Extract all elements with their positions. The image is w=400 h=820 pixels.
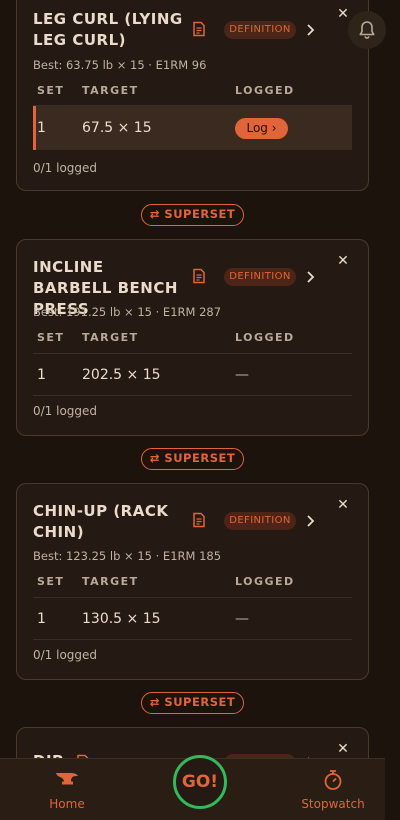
remove-exercise-button[interactable]: ✕ [336,498,350,512]
logged-count: 0/1 logged [33,161,98,175]
col-target: TARGET [82,575,139,588]
set-number: 1 [37,611,46,627]
set-logged: — [235,367,249,383]
anvil-icon [56,773,78,785]
table-row[interactable]: 1 202.5 × 15 — [33,353,352,397]
col-target: TARGET [82,331,139,344]
stopwatch-icon [324,770,342,790]
exercise-card: CHIN-UP (RACK CHIN) DEFINITION ✕ Best: 1… [16,483,369,680]
set-target: 130.5 × 15 [82,611,161,627]
divider [33,395,352,396]
note-icon[interactable] [191,512,207,528]
set-target: 67.5 × 15 [82,120,152,136]
col-set: SET [37,84,65,97]
col-set: SET [37,331,65,344]
col-set: SET [37,575,65,588]
bell-icon [359,21,375,39]
definition-badge[interactable]: DEFINITION [224,512,296,530]
remove-exercise-button[interactable]: ✕ [336,742,350,756]
exercise-card: LEG CURL (LYING LEG CURL) DEFINITION ✕ B… [16,0,369,191]
exercise-name: LEG CURL (LYING LEG CURL) [33,10,183,49]
logged-count: 0/1 logged [33,404,98,418]
chevron-right-icon[interactable] [305,23,317,37]
divider [33,639,352,640]
superset-button[interactable]: ⇄ SUPERSET [141,204,244,226]
note-icon[interactable] [191,268,207,284]
superset-button[interactable]: ⇄ SUPERSET [141,448,244,470]
exercise-card: INCLINE BARBELL BENCH PRESS DEFINITION ✕… [16,239,369,436]
chevron-right-icon[interactable] [305,270,317,284]
exercise-list[interactable]: LEG CURL (LYING LEG CURL) DEFINITION ✕ B… [0,0,400,820]
remove-exercise-button[interactable]: ✕ [336,254,350,268]
table-row[interactable]: 1 67.5 × 15 Log › [33,106,352,150]
nav-home[interactable]: Home [22,759,112,820]
best-record: Best: 123.25 lb × 15 · E1RM 185 [33,549,222,563]
superset-button[interactable]: ⇄ SUPERSET [141,692,244,714]
col-logged: LOGGED [235,331,295,344]
log-set-button[interactable]: Log › [235,118,288,139]
best-record: Best: 63.75 lb × 15 · E1RM 96 [33,58,207,72]
table-row[interactable]: 1 130.5 × 15 — [33,597,352,641]
nav-home-label: Home [49,797,85,811]
logged-count: 0/1 logged [33,648,98,662]
notifications-button[interactable] [348,11,386,49]
set-number: 1 [37,367,46,383]
note-icon[interactable] [191,21,207,37]
best-record: Best: 191.25 lb × 15 · E1RM 287 [33,305,222,319]
set-target: 202.5 × 15 [82,367,161,383]
remove-exercise-button[interactable]: ✕ [336,7,350,21]
set-number: 1 [37,120,46,136]
chevron-right-icon[interactable] [305,514,317,528]
col-target: TARGET [82,84,139,97]
nav-stopwatch-label: Stopwatch [301,797,365,811]
go-button[interactable]: GO! [173,755,227,809]
set-logged: — [235,611,249,627]
exercise-name: CHIN-UP (RACK CHIN) [33,502,169,541]
definition-badge[interactable]: DEFINITION [224,21,296,39]
definition-badge[interactable]: DEFINITION [224,268,296,286]
nav-stopwatch[interactable]: Stopwatch [288,759,378,820]
col-logged: LOGGED [235,575,295,588]
col-logged: LOGGED [235,84,295,97]
